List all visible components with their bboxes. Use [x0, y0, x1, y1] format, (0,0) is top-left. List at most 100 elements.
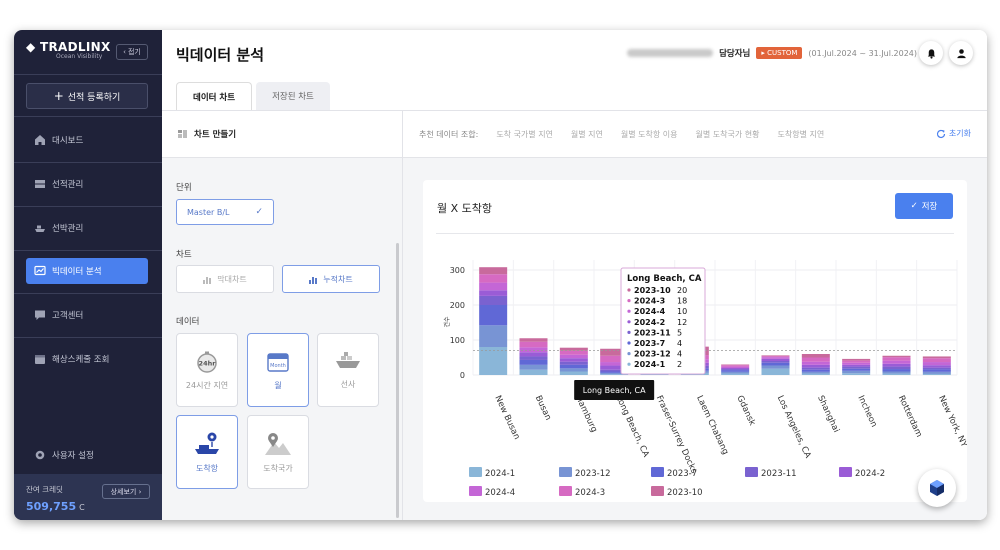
tab-saved-chart[interactable]: 저장된 차트	[256, 82, 330, 110]
bar-segment	[842, 370, 871, 374]
bar-segment	[519, 352, 548, 357]
data-option-label: 24시간 지연	[185, 380, 229, 390]
user-icon	[956, 48, 966, 58]
profile-button[interactable]	[949, 41, 973, 65]
recommend-item[interactable]: 도착 국가별 지연	[496, 129, 553, 140]
bar-segment	[922, 373, 951, 375]
reset-button[interactable]: 초기화	[936, 128, 971, 139]
tab-data-chart[interactable]: 데이터 차트	[176, 82, 253, 110]
bar-segment	[842, 360, 871, 363]
svg-text:Month: Month	[270, 363, 286, 369]
sidebar-item-vessels[interactable]: 선박관리	[26, 215, 148, 241]
bar-segment	[761, 365, 790, 369]
x-tick-label: Laem Chabang	[694, 394, 730, 456]
help-widget-button[interactable]	[918, 469, 956, 507]
recommend-item[interactable]: 월별 도착국가 현황	[696, 129, 760, 140]
stacked-chart-label: 누적차트	[323, 274, 353, 284]
bar-segment	[479, 267, 508, 275]
bar-segment	[761, 357, 790, 359]
sidebar-item-dashboard[interactable]: 대시보드	[26, 127, 148, 153]
bar-segment	[721, 371, 750, 374]
recommend-item[interactable]: 월별 도착항 이용	[621, 129, 678, 140]
bar-segment	[801, 357, 830, 362]
divider	[14, 206, 162, 207]
page-title: 빅데이터 분석	[176, 46, 265, 64]
plus-icon: +	[53, 89, 64, 103]
user-email-redacted	[627, 49, 714, 57]
chart-content-panel: 추천 데이터 조합: 도착 국가별 지연 월별 지연 월별 도착항 이용 월별 …	[403, 110, 987, 520]
tooltip-row-name: 2024-2	[634, 318, 665, 327]
bar-chart-option[interactable]: 막대차트	[176, 265, 274, 293]
data-option-country[interactable]: 도착국가	[247, 415, 309, 489]
bar-segment	[559, 350, 588, 355]
legend-swatch	[469, 467, 482, 477]
legend-label: 2024-2	[855, 469, 885, 479]
x-tick-label: New Busan	[492, 394, 521, 441]
recommend-item[interactable]: 월별 지연	[571, 129, 603, 140]
legend-label: 2023-12	[575, 469, 611, 479]
tooltip-dot	[627, 362, 631, 366]
legend-swatch	[745, 467, 758, 477]
sidebar-item-schedule[interactable]: 해상스케줄 조회	[26, 346, 148, 372]
home-icon	[35, 135, 45, 145]
sidebar-item-support[interactable]: 고객센터	[26, 302, 148, 328]
flag-icon: ▸	[761, 49, 765, 57]
bar-segment	[882, 357, 911, 361]
y-tick-label: 0	[460, 371, 465, 380]
bar-segment	[519, 341, 548, 348]
legend-swatch	[559, 486, 572, 496]
data-option-label: 도착국가	[263, 463, 293, 473]
recommend-item[interactable]: 도착항별 지연	[777, 129, 824, 140]
bar-chart-icon	[203, 276, 212, 284]
chevron-right-icon: ›	[136, 487, 142, 496]
register-label: 선적 등록하기	[67, 92, 121, 103]
ship-icon	[336, 351, 360, 368]
legend-swatch	[469, 486, 482, 496]
builder-scrollbar[interactable]	[396, 243, 399, 518]
sidebar-item-label: 고객센터	[52, 311, 84, 321]
user-settings-link[interactable]: 사용자 설정	[26, 442, 148, 468]
data-option-port[interactable]: 도착항	[176, 415, 238, 489]
sidebar-item-shipments[interactable]: 선적관리	[26, 171, 148, 197]
bar-segment	[559, 364, 588, 369]
tooltip-title: Long Beach, CA	[627, 274, 702, 284]
user-suffix: 담당자님	[719, 49, 751, 59]
bar-segment	[922, 369, 951, 372]
notification-button[interactable]	[919, 41, 943, 65]
sidebar-item-label: 빅데이터 분석	[52, 267, 102, 277]
stacked-chart-option[interactable]: 누적차트	[282, 265, 380, 293]
bar-segment	[721, 364, 750, 366]
bar-segment	[479, 282, 508, 291]
tooltip-dot	[627, 320, 631, 324]
credit-detail-button[interactable]: 상세보기 ›	[102, 484, 150, 499]
bar-segment	[842, 368, 871, 371]
bar-segment	[761, 358, 790, 361]
bar-segment	[559, 361, 588, 365]
bar-segment	[479, 290, 508, 296]
sidebar-item-analytics[interactable]: 빅데이터 분석	[26, 258, 148, 284]
tradlinx-logo[interactable]: ◆ TRADLINX Ocean Visibility	[26, 40, 111, 60]
bar-segment	[479, 295, 508, 305]
tooltip-dot	[627, 299, 631, 303]
logo-mark-icon: ◆	[26, 40, 36, 54]
bar-segment	[801, 361, 830, 365]
fold-sidebar-button[interactable]: ‹ 접기	[116, 44, 148, 60]
credit-value: 509,755	[26, 500, 77, 513]
register-shipment-button[interactable]: + 선적 등록하기	[26, 83, 148, 109]
tooltip-row-value: 4	[677, 339, 682, 348]
data-option-carrier[interactable]: 선사	[317, 333, 379, 407]
chart-builder-icon	[178, 130, 187, 138]
data-option-month[interactable]: Month 월	[247, 333, 309, 407]
unit-select[interactable]: Master B/L ✓	[176, 199, 274, 225]
legend-label: 2023-11	[761, 469, 797, 479]
divider	[14, 250, 162, 251]
bar-segment	[519, 356, 548, 360]
divider	[14, 337, 162, 338]
divider	[14, 162, 162, 163]
tooltip-row-name: 2023-10	[634, 286, 671, 295]
legend-swatch	[839, 467, 852, 477]
check-icon: ✓	[255, 207, 263, 217]
legend-label: 2023-10	[667, 488, 703, 498]
bar-segment	[922, 358, 951, 363]
data-option-24hr-delay[interactable]: 24hr 24시간 지연	[176, 333, 238, 407]
